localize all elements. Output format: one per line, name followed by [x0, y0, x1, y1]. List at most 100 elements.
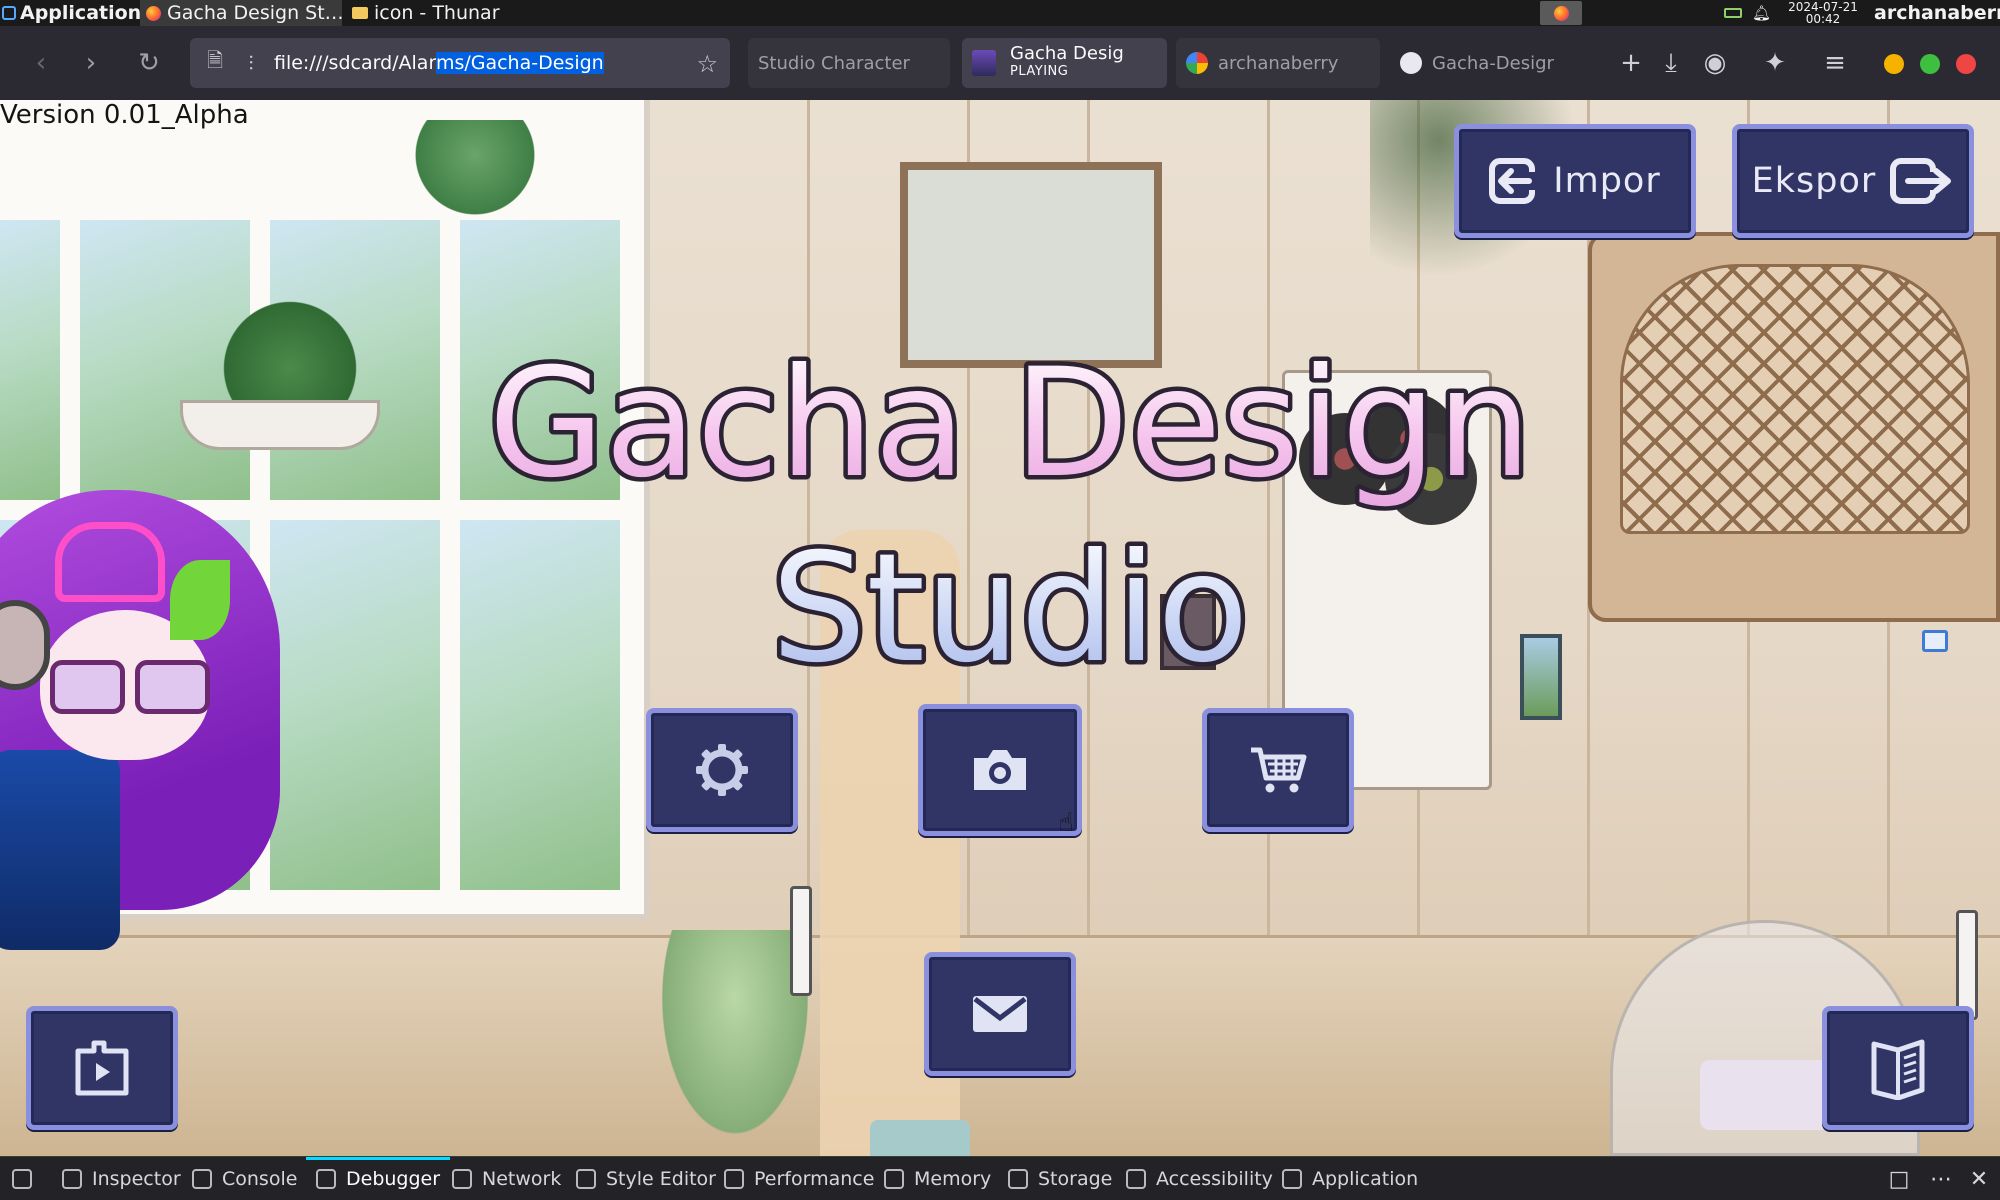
more-options-icon[interactable]: ⋯ [1928, 1167, 1954, 1192]
element-picker-icon[interactable] [12, 1157, 42, 1200]
notification-bell-icon[interactable]: 🔔︎ [1752, 0, 1771, 26]
tab-archanaberry[interactable]: archanaberry [1176, 38, 1380, 88]
leaf-icon [170, 560, 230, 640]
tab-label: Console [222, 1168, 298, 1190]
page-icon: 🗎︎ [206, 48, 224, 72]
tab-studio-character[interactable]: Studio Character [748, 38, 950, 88]
export-button[interactable]: Ekspor [1732, 124, 1974, 238]
browser-toolbar: ‹ › ↻ 🗎︎ ⫶ file:///sdcard/Alarms/Gacha-D… [0, 26, 2000, 100]
headphone-icon [0, 600, 50, 690]
tab-label: Performance [754, 1168, 875, 1190]
url-selection: ms/Gacha-Design-S [435, 52, 604, 74]
mail-button[interactable] [924, 952, 1076, 1076]
tab-label: archanaberry [1218, 52, 1339, 74]
title-line-2: Studio [771, 522, 1249, 690]
account-icon[interactable]: ◉ [1696, 44, 1734, 82]
tab-network[interactable]: Network [452, 1157, 561, 1200]
tab-console[interactable]: Console [192, 1157, 297, 1200]
cart-icon [1251, 747, 1307, 793]
storage-icon [1008, 1169, 1028, 1189]
tab-storage[interactable]: Storage [1008, 1157, 1112, 1200]
taskbar-item-firefox[interactable]: Gacha Design St… [140, 0, 342, 26]
reload-icon[interactable]: ↻ [128, 42, 170, 84]
game-canvas[interactable]: Version 0.01_Alpha Gacha Design Studio I… [0, 100, 2000, 1156]
forward-icon[interactable]: › [70, 42, 112, 84]
tab-label: Network [482, 1168, 562, 1190]
back-icon[interactable]: ‹ [20, 42, 62, 84]
bow-icon [55, 522, 165, 602]
tab-github-gacha-design[interactable]: Gacha-Desigr [1392, 38, 1592, 88]
candle [790, 886, 812, 996]
tab-label: Memory [914, 1168, 992, 1190]
folder-icon [352, 7, 368, 19]
bookmark-star-icon[interactable]: ☆ [696, 50, 718, 78]
application-icon [1282, 1169, 1302, 1189]
download-icon[interactable]: ⤓ [1652, 44, 1690, 82]
tab-debugger[interactable]: Debugger [305, 1157, 451, 1200]
maximize-button[interactable] [1920, 54, 1940, 74]
import-label: Impor [1553, 161, 1661, 201]
taskbar-item-thunar[interactable]: icon - Thunar [346, 0, 606, 26]
potted-plant [390, 120, 560, 220]
tab-label: Storage [1038, 1168, 1113, 1190]
clock-time: 00:42 [1805, 12, 1841, 26]
tray-firefox-window[interactable] [1540, 1, 1582, 25]
network-icon [452, 1169, 472, 1189]
candle [1956, 910, 1978, 1020]
tab-label: Inspector [92, 1168, 181, 1190]
close-devtools-icon[interactable]: ✕ [1966, 1167, 1992, 1192]
applications-label: Applications [20, 2, 153, 24]
tab-memory[interactable]: Memory [884, 1157, 991, 1200]
picture-in-picture-icon[interactable] [1922, 630, 1948, 652]
camera-icon [974, 750, 1026, 790]
tab-label: Debugger [346, 1168, 441, 1190]
tab-label: Application [1312, 1168, 1419, 1190]
import-button[interactable]: Impor [1454, 124, 1696, 238]
close-button[interactable] [1956, 54, 1976, 74]
dock-side-icon[interactable]: □ [1886, 1167, 1912, 1192]
firefox-icon [1553, 5, 1569, 21]
tab-label: Gacha Desig [1010, 43, 1124, 64]
tab-application[interactable]: Application [1282, 1157, 1418, 1200]
memory-icon [884, 1169, 904, 1189]
applications-menu-button[interactable]: Applications [2, 0, 153, 26]
url-bar[interactable]: 🗎︎ ⫶ file:///sdcard/Alarms/Gacha-Design-… [190, 38, 730, 88]
tab-favicon-icon [972, 50, 996, 76]
gear-icon [696, 744, 748, 796]
performance-icon [724, 1169, 744, 1189]
book-icon [1871, 1039, 1925, 1100]
style-editor-icon [576, 1169, 596, 1189]
title-line-1: Gacha Design [488, 337, 1531, 511]
settings-button[interactable] [646, 708, 798, 832]
tab-gacha-design[interactable]: Gacha Desig PLAYING [962, 38, 1167, 88]
user-name[interactable]: archanaberry [1874, 0, 2000, 26]
tab-label: Accessibility [1156, 1168, 1273, 1190]
menu-icon[interactable]: ≡ [1816, 44, 1854, 82]
tab-inspector[interactable]: Inspector [62, 1157, 181, 1200]
tab-performance[interactable]: Performance [724, 1157, 874, 1200]
inspector-icon [62, 1169, 82, 1189]
console-icon [192, 1169, 212, 1189]
tab-label: Studio Character [758, 52, 910, 74]
tab-accessibility[interactable]: Accessibility [1126, 1157, 1273, 1200]
character-preview[interactable] [0, 430, 350, 990]
shop-button[interactable] [1202, 708, 1354, 832]
book-button[interactable] [1822, 1006, 1974, 1130]
os-top-panel: Applications Gacha Design St… icon - Thu… [0, 0, 2000, 26]
clock[interactable]: 2024-07-21 00:42 [1780, 0, 1866, 26]
permissions-icon[interactable]: ⫶ [240, 51, 262, 75]
new-tab-icon[interactable]: + [1612, 44, 1650, 82]
tab-playing-label: PLAYING [1010, 64, 1069, 79]
tab-label: Style Editor [606, 1168, 716, 1190]
extensions-icon[interactable]: ✦ [1756, 44, 1794, 82]
taskbar-item-label: Gacha Design St… [167, 2, 342, 24]
battery-icon[interactable] [1724, 8, 1742, 18]
minimize-button[interactable] [1884, 54, 1904, 74]
devtools-toolbar: Inspector Console Debugger Network Style… [0, 1156, 2000, 1200]
gallery-button[interactable] [26, 1006, 178, 1130]
play-folder-icon [75, 1040, 129, 1096]
debugger-icon [316, 1169, 336, 1189]
tab-style-editor[interactable]: Style Editor [576, 1157, 716, 1200]
url-text[interactable]: file:///sdcard/Alarms/Gacha-Design-S [274, 52, 604, 74]
url-prefix: file:///sdcard/Alar [274, 52, 436, 74]
